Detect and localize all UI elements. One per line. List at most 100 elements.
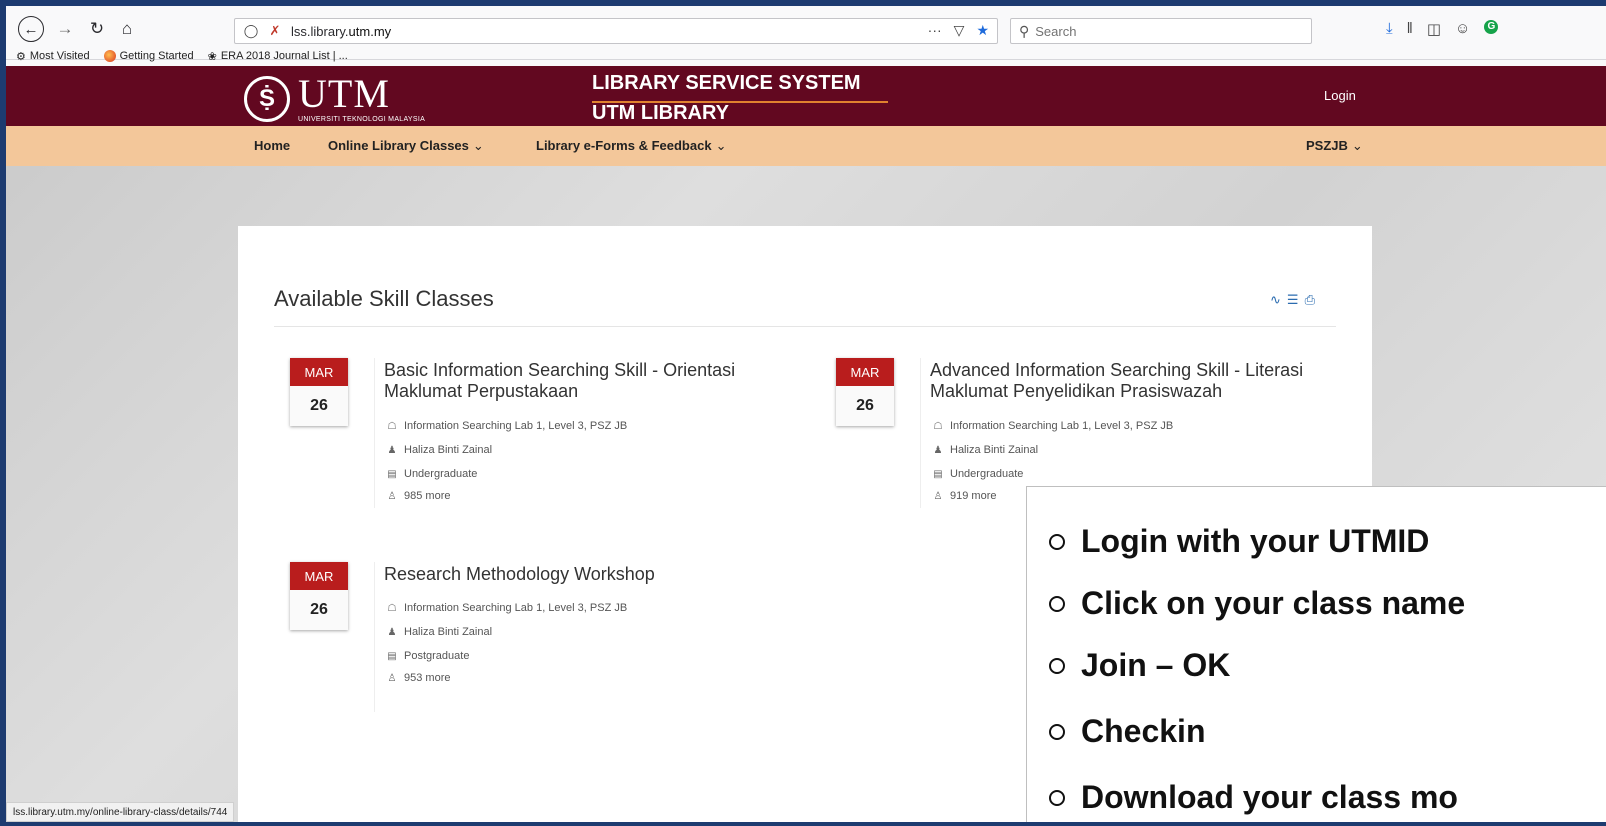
date-month: MAR [290, 562, 348, 590]
user-icon: ♟ [387, 626, 397, 638]
circle-bullet-icon [1049, 723, 1065, 740]
home-icon: ☖ [387, 602, 397, 614]
class-event: MAR 26 Research Methodology Workshop ☖ In… [290, 562, 790, 712]
back-arrow-icon[interactable]: ← [18, 16, 44, 42]
instruction-overlay: Login with your UTMID Click on your clas… [1026, 486, 1606, 822]
tracking-shield-icon[interactable]: ◯ [243, 23, 259, 39]
downloads-icon[interactable]: ⤓ [1386, 20, 1393, 38]
rss-icon[interactable]: ∿ [1270, 292, 1281, 308]
list-icon: ▤ [387, 650, 397, 662]
class-attendees[interactable]: ♙ 919 more [932, 490, 997, 502]
forward-arrow-icon[interactable]: → [52, 16, 78, 42]
library-icon[interactable]: ‖ [1407, 20, 1413, 38]
date-day: 26 [310, 397, 328, 414]
account-icon[interactable]: ☺ [1455, 20, 1470, 38]
class-title-link[interactable]: Basic Information Searching Skill - Orie… [384, 360, 794, 402]
browser-toolbar: ← → ↻ ⌂ ◯ ✗ lss.library.utm.my ··· ▽ ★ ⚲… [6, 6, 1606, 63]
class-level: ▤ Undergraduate [387, 468, 478, 480]
address-bar[interactable]: ◯ ✗ lss.library.utm.my ··· ▽ ★ [234, 18, 998, 44]
circle-bullet-icon [1049, 657, 1065, 674]
divider [920, 358, 921, 508]
bookmark-star-icon[interactable]: ★ [976, 22, 989, 39]
nav-home[interactable]: Home [254, 138, 290, 153]
home-icon: ☖ [387, 420, 397, 432]
class-location: ☖ Information Searching Lab 1, Level 3, P… [387, 602, 628, 614]
instruction-step: Login with your UTMID [1049, 523, 1429, 560]
bookmark-era-journal-list[interactable]: ❀ ERA 2018 Journal List | ... [208, 50, 348, 63]
nav-library-eforms[interactable]: Library e-Forms & Feedback ⌄ [536, 138, 726, 154]
utm-logo[interactable]: Ṩ UTM UNIVERSITI TEKNOLOGI MALAYSIA [244, 74, 425, 123]
group-icon: ♙ [387, 490, 397, 502]
class-attendees[interactable]: ♙ 985 more [386, 490, 451, 502]
date-day: 26 [310, 601, 328, 618]
search-placeholder: Search [1035, 23, 1077, 39]
list-icon: ▤ [387, 468, 397, 480]
instruction-step: Download your class mo [1049, 779, 1458, 816]
pocket-icon[interactable]: ▽ [954, 22, 965, 39]
bookmark-getting-started[interactable]: Getting Started [103, 50, 194, 62]
circle-bullet-icon [1049, 789, 1065, 806]
instruction-step: Join – OK [1049, 647, 1230, 684]
group-icon: ♙ [933, 490, 943, 502]
circle-bullet-icon [1049, 533, 1065, 550]
divider [274, 326, 1336, 327]
user-icon: ♟ [387, 444, 397, 456]
instruction-step: Checkin [1049, 713, 1205, 750]
class-level: ▤ Undergraduate [933, 468, 1024, 480]
section-title: Available Skill Classes [274, 286, 494, 311]
insecure-lock-icon[interactable]: ✗ [267, 23, 283, 39]
nav-branch-select[interactable]: PSZJB ⌄ [1306, 138, 1363, 154]
bookmark-most-visited[interactable]: ⚙ Most Visited [16, 50, 90, 63]
class-event: MAR 26 Basic Information Searching Skill… [290, 358, 790, 508]
site-favicon-icon: ❀ [207, 50, 217, 63]
logo-subtitle: UNIVERSITI TEKNOLOGI MALAYSIA [298, 116, 426, 123]
grammarly-extension-icon[interactable]: G [1484, 20, 1499, 34]
chevron-down-icon: ⌄ [715, 138, 727, 153]
date-badge: MAR 26 [290, 562, 348, 630]
sidebar-icon[interactable]: ◫ [1427, 20, 1441, 38]
date-month: MAR [836, 358, 894, 386]
main-navbar: Home Online Library Classes ⌄ Library e-F… [6, 126, 1606, 166]
gear-icon: ⚙ [16, 50, 26, 63]
user-icon: ♟ [933, 444, 943, 456]
date-badge: MAR 26 [836, 358, 894, 426]
class-title-link[interactable]: Advanced Information Searching Skill - L… [930, 360, 1340, 402]
status-bar-url: lss.library.utm.my/online-library-class/… [6, 802, 235, 822]
class-level: ▤ Postgraduate [387, 650, 470, 662]
system-title: LIBRARY SERVICE SYSTEM [592, 72, 888, 103]
home-icon: ☖ [933, 420, 943, 432]
page-actions-icon[interactable]: ··· [928, 22, 942, 39]
date-badge: MAR 26 [290, 358, 348, 426]
login-link[interactable]: Login [1324, 88, 1356, 103]
class-location: ☖ Information Searching Lab 1, Level 3, P… [387, 420, 628, 432]
nav-online-library-classes[interactable]: Online Library Classes ⌄ [328, 138, 484, 154]
system-subtitle: UTM LIBRARY [592, 102, 730, 124]
logo-word: UTM [298, 71, 390, 116]
class-instructor: ♟ Haliza Binti Zainal [387, 444, 493, 456]
divider [374, 562, 375, 712]
reload-icon[interactable]: ↻ [84, 16, 110, 42]
list-icon: ▤ [933, 468, 943, 480]
bookmarks-bar: ⚙ Most Visited Getting Started ❀ ERA 2018 … [6, 46, 1606, 66]
browser-window: ← → ↻ ⌂ ◯ ✗ lss.library.utm.my ··· ▽ ★ ⚲… [6, 6, 1606, 822]
date-month: MAR [290, 358, 348, 386]
group-icon: ♙ [387, 672, 397, 684]
url-text[interactable]: lss.library.utm.my [291, 24, 391, 39]
chevron-down-icon: ⌄ [1351, 138, 1363, 153]
firefox-icon [103, 50, 116, 62]
class-instructor: ♟ Haliza Binti Zainal [933, 444, 1039, 456]
chevron-down-icon: ⌄ [472, 138, 484, 153]
date-day: 26 [856, 397, 874, 414]
list-view-icon[interactable]: ☰ [1287, 292, 1299, 308]
search-input[interactable]: ⚲ Search [1010, 18, 1312, 44]
class-location: ☖ Information Searching Lab 1, Level 3, P… [933, 420, 1174, 432]
site-header: Ṩ UTM UNIVERSITI TEKNOLOGI MALAYSIA LIBR… [6, 66, 1606, 126]
search-icon: ⚲ [1019, 22, 1030, 39]
print-icon[interactable]: ⎙ [1305, 292, 1315, 308]
class-attendees[interactable]: ♙ 953 more [386, 672, 451, 684]
class-instructor: ♟ Haliza Binti Zainal [387, 626, 493, 638]
divider [374, 358, 375, 508]
instruction-step: Click on your class name [1049, 585, 1465, 622]
home-icon[interactable]: ⌂ [114, 16, 140, 42]
class-title-link[interactable]: Research Methodology Workshop [384, 564, 794, 585]
